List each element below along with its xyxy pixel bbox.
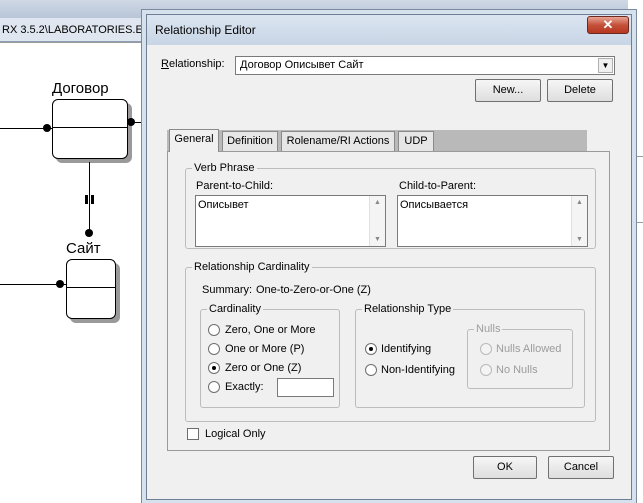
relationship-type-title: Relationship Type — [362, 303, 454, 315]
tab-panel-general: Verb Phrase Parent-to-Child: Описывет ▲ ▼… — [167, 151, 610, 451]
cardinality-mark — [85, 195, 88, 204]
parent-to-child-input[interactable]: Описывет ▲ ▼ — [195, 195, 386, 247]
radio-exactly-label: Exactly: — [225, 381, 264, 393]
entity-key-divider — [53, 127, 127, 128]
entity-label-dogovor: Договор — [52, 80, 109, 97]
radio-exactly[interactable] — [208, 381, 220, 393]
radio-nulls-allowed[interactable] — [480, 343, 492, 355]
cardinality-mark — [91, 195, 94, 204]
entity-box-sait[interactable] — [66, 259, 116, 319]
radio-one-or-more[interactable] — [208, 343, 220, 355]
dialog-body: Relationship: Договор Описывет Сайт ▼ Ne… — [151, 45, 627, 497]
verb-phrase-title: Verb Phrase — [192, 162, 257, 174]
relationship-select-value: Договор Описывет Сайт — [240, 59, 364, 71]
exactly-input[interactable] — [277, 378, 334, 397]
radio-non-identifying[interactable] — [365, 364, 377, 376]
entity-label-sait: Сайт — [66, 240, 101, 257]
tab-definition[interactable]: Definition — [222, 131, 278, 151]
chevron-down-icon[interactable]: ▼ — [598, 58, 613, 73]
relationship-line-vertical[interactable] — [89, 162, 90, 232]
relationship-type-box: Relationship Type Identifying Non-Identi… — [355, 303, 585, 408]
tab-udp[interactable]: UDP — [398, 131, 434, 151]
parent-to-child-label: Parent-to-Child: — [196, 180, 274, 192]
radio-no-nulls-label: No Nulls — [496, 364, 538, 376]
parent-to-child-scrollbar[interactable]: ▲ ▼ — [369, 196, 385, 246]
close-icon: ✕ — [602, 17, 614, 32]
nulls-title: Nulls — [474, 323, 503, 335]
relationship-line — [634, 156, 643, 157]
dialog-titlebar[interactable]: Relationship Editor ✕ — [147, 15, 631, 45]
relationship-select[interactable]: Договор Описывет Сайт ▼ — [235, 56, 615, 75]
radio-non-identifying-label: Non-Identifying — [381, 364, 455, 376]
radio-identifying[interactable] — [365, 343, 377, 355]
relationship-label: Relationship: — [161, 58, 225, 70]
relationship-dot — [127, 118, 135, 126]
radio-nulls-allowed-label: Nulls Allowed — [496, 343, 562, 355]
tab-rolename-ri-actions[interactable]: Rolename/RI Actions — [281, 131, 395, 151]
child-to-parent-input[interactable]: Описывается ▲ ▼ — [397, 195, 588, 247]
tabs: General Definition Rolename/RI Actions U… — [167, 129, 587, 152]
nulls-box: Nulls Nulls Allowed No Nulls — [467, 323, 573, 389]
relationship-editor-dialog: Relationship Editor ✕ Relationship: Дого… — [146, 14, 632, 500]
new-button[interactable]: New... — [475, 79, 541, 102]
relationship-dot — [43, 124, 51, 132]
radio-zero-or-one[interactable] — [208, 362, 220, 374]
radio-zero-one-or-more-label: Zero, One or More — [225, 324, 316, 336]
entity-box-dogovor[interactable] — [52, 99, 128, 159]
relationship-line — [634, 222, 643, 223]
relationship-dot — [56, 280, 64, 288]
child-to-parent-label: Child-to-Parent: — [399, 180, 477, 192]
relationship-dot — [85, 229, 93, 237]
cardinality-title: Cardinality — [207, 303, 263, 315]
child-to-parent-scrollbar[interactable]: ▲ ▼ — [571, 196, 587, 246]
parent-to-child-value: Описывет — [198, 199, 249, 211]
radio-zero-one-or-more[interactable] — [208, 324, 220, 336]
cancel-button[interactable]: Cancel — [548, 456, 614, 479]
radio-zero-or-one-label: Zero or One (Z) — [225, 362, 302, 374]
relationship-cardinality-title: Relationship Cardinality — [192, 261, 312, 273]
radio-one-or-more-label: One or More (P) — [225, 343, 305, 355]
summary-label: Summary: — [202, 284, 253, 296]
tab-general[interactable]: General — [169, 129, 219, 152]
delete-button[interactable]: Delete — [547, 79, 613, 102]
cardinality-box: Cardinality Zero, One or More One or Mor… — [200, 303, 340, 408]
child-to-parent-value: Описывается — [400, 199, 469, 211]
logical-only-label: Logical Only — [205, 428, 266, 440]
dialog-title: Relationship Editor — [155, 23, 256, 37]
verb-phrase-group: Verb Phrase Parent-to-Child: Описывет ▲ ▼… — [185, 162, 596, 249]
radio-identifying-label: Identifying — [381, 343, 432, 355]
relationship-cardinality-group: Relationship Cardinality Summary: One-to… — [185, 261, 596, 422]
radio-no-nulls[interactable] — [480, 364, 492, 376]
summary-value: One-to-Zero-or-One (Z) — [256, 284, 371, 296]
ok-button[interactable]: OK — [473, 456, 537, 479]
close-button[interactable]: ✕ — [587, 16, 629, 34]
entity-key-divider — [67, 287, 115, 288]
diagram-tab[interactable]: RX 3.5.2\LABORATORIES.ER — [0, 18, 150, 42]
logical-only-checkbox[interactable] — [187, 428, 199, 440]
